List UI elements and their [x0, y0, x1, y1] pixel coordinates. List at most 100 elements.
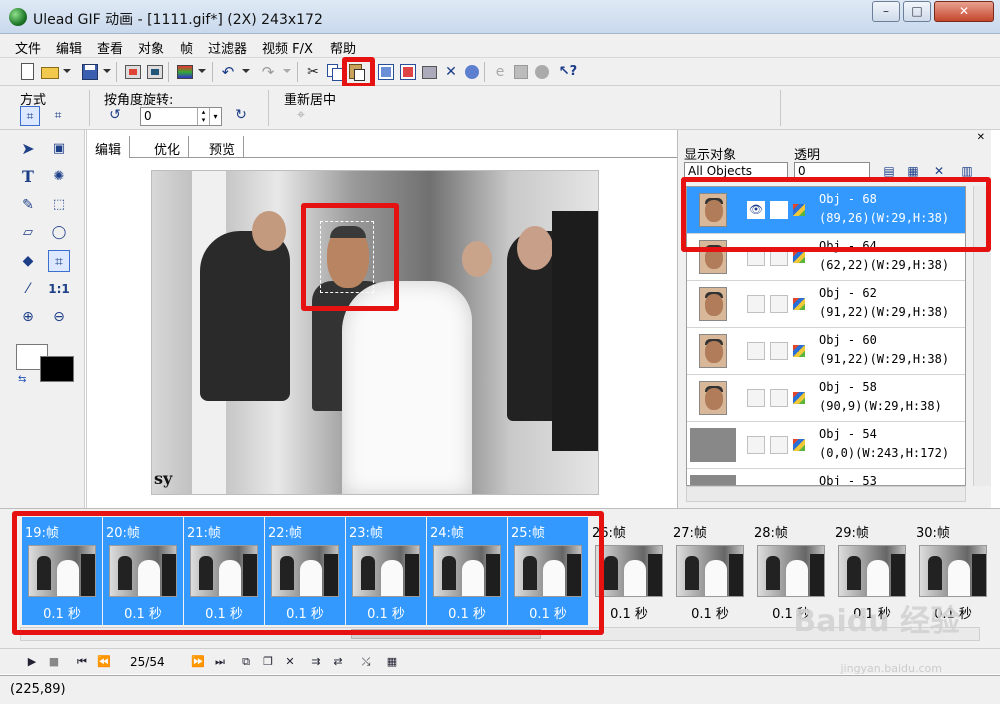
text-tool-icon[interactable]: T [17, 166, 39, 188]
object-row[interactable]: Obj - 58 (90,9)(W:29,H:38) [687, 375, 965, 422]
object-selection-marquee[interactable] [320, 221, 374, 293]
menu-help[interactable]: 帮助 [330, 38, 356, 57]
undo-icon[interactable]: ↶ [218, 62, 238, 82]
menu-file[interactable]: 文件 [15, 38, 41, 57]
image-canvas[interactable]: sy [151, 170, 599, 495]
ie-preview-icon[interactable]: e [490, 62, 510, 82]
actual-size-tool-icon[interactable]: 1:1 [48, 278, 70, 300]
context-help-icon[interactable]: ↖? [558, 62, 578, 82]
object-list[interactable]: 👁 Obj - 68 (89,26)(W:29,H:38) Obj - 64 (… [686, 186, 966, 486]
menu-video-fx[interactable]: 视频 F/X [262, 38, 313, 57]
visibility-checkbox[interactable] [747, 436, 765, 454]
frame-item[interactable]: 22:帧 0.1 秒 [265, 517, 345, 625]
lasso-tool-icon[interactable]: ◯ [48, 222, 70, 244]
duplicate-frame-bottom-icon[interactable]: ❐ [260, 654, 276, 670]
lock-checkbox[interactable] [770, 295, 788, 313]
frame-item[interactable]: 19:帧 0.1 秒 [22, 517, 102, 625]
object-list-vertical-scrollbar[interactable] [973, 186, 991, 486]
tab-edit[interactable]: 编辑 [87, 136, 131, 158]
optimize-wizard-icon[interactable] [511, 62, 531, 82]
play-icon[interactable]: ▶ [24, 654, 40, 670]
menu-edit[interactable]: 编辑 [56, 38, 82, 57]
last-frame-icon[interactable]: ⏭ [212, 654, 228, 670]
web-icon[interactable] [532, 62, 552, 82]
frame-item[interactable]: 27:帧 0.1 秒 [670, 517, 750, 625]
panel-close-icon[interactable]: ✕ [977, 132, 985, 143]
redo-icon[interactable]: ↷ [258, 62, 278, 82]
open-dropdown-icon[interactable] [63, 69, 71, 73]
frame-item[interactable]: 24:帧 0.1 秒 [427, 517, 507, 625]
object-list-horizontal-scrollbar[interactable] [686, 486, 966, 502]
tab-preview[interactable]: 预览 [201, 136, 245, 158]
rotate-left-icon[interactable]: ↺ [106, 106, 124, 124]
cut-icon[interactable]: ✂ [303, 62, 323, 82]
frame-panel-icon[interactable]: ▦ [384, 654, 400, 670]
transparency-input[interactable]: 0 [794, 162, 870, 181]
frame-item[interactable]: 23:帧 0.1 秒 [346, 517, 426, 625]
minimize-button[interactable]: – [872, 1, 900, 22]
new-object-icon[interactable]: ▤ [880, 162, 898, 180]
frame-properties-icon[interactable]: ⤯ [358, 654, 374, 670]
save-dropdown-icon[interactable] [103, 69, 111, 73]
object-row[interactable]: Obj - 53 [687, 469, 965, 485]
object-properties-icon[interactable]: ▥ [958, 162, 976, 180]
menu-filters[interactable]: 过滤器 [208, 38, 247, 57]
first-frame-icon[interactable]: ⏮ [74, 654, 90, 670]
delete-frame-icon[interactable]: ✕ [282, 654, 298, 670]
maximize-button[interactable]: □ [903, 1, 931, 22]
visibility-checkbox[interactable] [747, 295, 765, 313]
frame-item[interactable]: 25:帧 0.1 秒 [508, 517, 588, 625]
copy-icon[interactable] [325, 62, 345, 82]
menu-view[interactable]: 查看 [97, 38, 123, 57]
duplicate-object-icon[interactable]: ▦ [904, 162, 922, 180]
save-icon[interactable] [80, 62, 100, 82]
next-frame-icon[interactable]: ⏩ [190, 654, 206, 670]
lock-checkbox[interactable] [770, 436, 788, 454]
object-row[interactable]: 👁 Obj - 68 (89,26)(W:29,H:38) [687, 187, 965, 234]
preview-browser-icon[interactable] [175, 62, 195, 82]
open-folder-icon[interactable] [40, 62, 60, 82]
export-icon[interactable] [145, 62, 165, 82]
frame-scrollbar-thumb[interactable] [351, 629, 541, 639]
brush-tool-icon[interactable]: ✎ [17, 194, 39, 216]
reverse-frames-icon[interactable]: ⇄ [330, 654, 346, 670]
visibility-eye-icon[interactable]: 👁 [747, 201, 765, 219]
visibility-checkbox[interactable] [747, 248, 765, 266]
tween-icon[interactable] [462, 62, 482, 82]
rotate-dropdown-icon[interactable]: ▾ [209, 108, 221, 125]
object-row[interactable]: Obj - 54 (0,0)(W:243,H:172) [687, 422, 965, 469]
mode-fit-icon[interactable]: ⌗ [20, 106, 40, 126]
previous-frame-icon[interactable]: ⏪ [96, 654, 112, 670]
close-button[interactable]: ✕ [934, 1, 994, 22]
lock-checkbox[interactable] [770, 389, 788, 407]
paste-icon[interactable] [347, 62, 367, 82]
frame-item[interactable]: 26:帧 0.1 秒 [589, 517, 669, 625]
menu-frame[interactable]: 帧 [180, 38, 193, 57]
marquee-tool-icon[interactable]: ▣ [48, 138, 70, 160]
lock-checkbox[interactable] [770, 201, 788, 219]
delete-object-icon[interactable]: ✕ [930, 162, 948, 180]
object-row[interactable]: Obj - 62 (91,22)(W:29,H:38) [687, 281, 965, 328]
duplicate-frame-icon[interactable] [398, 62, 418, 82]
menu-object[interactable]: 对象 [138, 38, 164, 57]
new-file-icon[interactable] [18, 62, 38, 82]
frame-item[interactable]: 20:帧 0.1 秒 [103, 517, 183, 625]
mode-stretch-icon[interactable]: ⌗ [48, 106, 68, 126]
rotate-right-icon[interactable]: ↻ [232, 106, 250, 124]
eraser-tool-icon[interactable]: ▱ [17, 222, 39, 244]
visibility-checkbox[interactable] [747, 342, 765, 360]
swap-colors-icon[interactable]: ⇆ [18, 374, 26, 385]
object-row[interactable]: Obj - 60 (91,22)(W:29,H:38) [687, 328, 965, 375]
tween-frame-icon[interactable]: ⇉ [308, 654, 324, 670]
magic-wand-tool-icon[interactable]: ✺ [48, 166, 70, 188]
delete-icon[interactable]: ✕ [441, 62, 461, 82]
title-bar[interactable]: Ulead GIF 动画 - [1111.gif*] (2X) 243x172 … [0, 0, 1000, 34]
lasso-select-tool-icon[interactable]: ⬚ [48, 194, 70, 216]
add-object-icon[interactable] [420, 62, 440, 82]
lock-checkbox[interactable] [770, 248, 788, 266]
add-frame-bottom-icon[interactable]: ⧉ [238, 654, 254, 670]
rotate-spinner-icon[interactable]: ▴ ▾ [197, 108, 209, 125]
crop-tool-icon[interactable]: ⌗ [48, 250, 70, 272]
rotate-angle-input[interactable]: 0 ▴ ▾ ▾ [140, 107, 222, 126]
show-objects-select[interactable]: All Objects [684, 162, 788, 181]
